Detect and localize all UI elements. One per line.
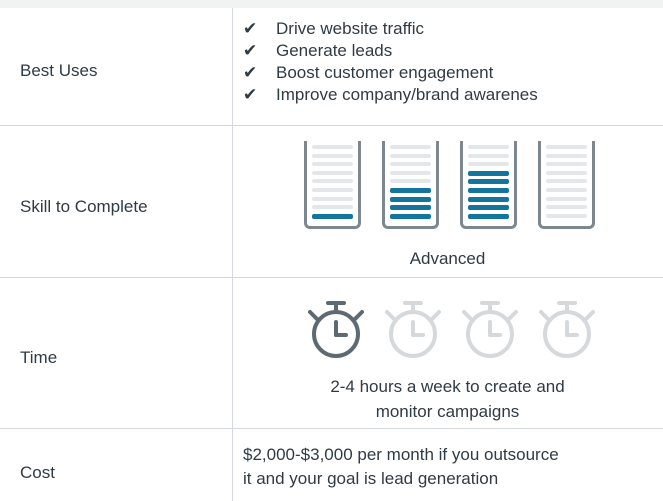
level-bar-filled (468, 196, 509, 202)
checkmark-icon: ✔ (243, 63, 258, 82)
level-bar-empty (312, 170, 353, 175)
comparison-table: Best Uses ✔ Drive website traffic ✔ Genera… (0, 8, 663, 501)
best-use-item: ✔ Drive website traffic (243, 19, 425, 38)
level-bar-filled (390, 188, 431, 193)
best-use-item: ✔ Generate leads (243, 41, 393, 60)
level-bar-filled (468, 188, 509, 193)
stopwatch-icon (308, 301, 364, 358)
level-bar-filled (390, 205, 431, 211)
level-bar-filled (468, 213, 509, 219)
cost-text-line1: $2,000-$3,000 per month if you outsource (243, 445, 559, 464)
row-skill: Skill to Complete Advanced (0, 126, 663, 278)
level-bar-empty (390, 153, 431, 158)
level-bar-empty (546, 170, 587, 175)
level-bar-empty (312, 188, 353, 192)
checkmark-icon: ✔ (243, 19, 258, 38)
level-bar-empty (312, 179, 353, 184)
level-bar-empty (312, 153, 353, 158)
level-bar-empty (546, 153, 587, 158)
stopwatch-icon (462, 301, 518, 358)
best-use-item: ✔ Boost customer engagement (243, 63, 494, 82)
level-bar-empty (390, 170, 431, 175)
level-bar-empty (468, 153, 509, 158)
level-bar-empty (546, 213, 587, 218)
level-bar-filled (390, 196, 431, 202)
level-bar-filled (468, 179, 509, 185)
stopwatch-icon (539, 301, 595, 358)
level-bar-empty (546, 179, 587, 184)
level-bar-empty (468, 145, 509, 149)
level-bar-empty (312, 145, 353, 149)
skill-label: Skill to Complete (20, 197, 148, 216)
level-cup-icon (538, 141, 595, 229)
checkmark-icon: ✔ (243, 41, 258, 60)
best-uses-label: Best Uses (20, 61, 98, 80)
time-text-line1: 2-4 hours a week to create and (330, 377, 565, 396)
time-label: Time (20, 348, 58, 367)
row-time: Time 2-4 hours a week to create and moni… (0, 278, 663, 429)
level-bar-empty (312, 196, 353, 201)
level-bar-empty (390, 179, 431, 184)
level-cup-icon (382, 141, 439, 229)
checkmark-icon: ✔ (243, 85, 258, 104)
stopwatch-icon (385, 301, 441, 358)
row-best-uses: Best Uses ✔ Drive website traffic ✔ Genera… (0, 8, 663, 126)
row-cost: Cost $2,000-$3,000 per month if you outs… (0, 429, 663, 501)
level-bar-empty (390, 145, 431, 149)
level-bar-empty (546, 196, 587, 201)
best-uses-list: ✔ Drive website traffic ✔ Generate leads ✔… (243, 18, 538, 106)
level-bar-filled (468, 205, 509, 211)
level-bar-filled (390, 213, 431, 219)
level-bar-empty (546, 145, 587, 149)
level-cup-icon (304, 141, 361, 229)
level-bar-filled (468, 170, 509, 176)
cost-label: Cost (20, 463, 55, 482)
skill-level-text: Advanced (409, 249, 486, 268)
cost-text-line2: it and your goal is lead generation (243, 469, 499, 488)
level-bar-empty (390, 162, 431, 167)
level-bar-empty (546, 188, 587, 192)
level-bar-empty (546, 205, 587, 210)
level-bar-empty (468, 162, 509, 167)
cost-text: $2,000-$3,000 per month if you outsource… (243, 443, 559, 491)
level-cup-icon (460, 141, 517, 229)
best-use-item: ✔ Improve company/brand awarenes (243, 85, 538, 104)
level-bar-empty (312, 162, 353, 167)
level-bar-empty (546, 162, 587, 167)
level-bar-empty (312, 205, 353, 210)
time-text-line2: monitor campaigns (375, 402, 520, 421)
level-bar-filled (312, 213, 353, 219)
